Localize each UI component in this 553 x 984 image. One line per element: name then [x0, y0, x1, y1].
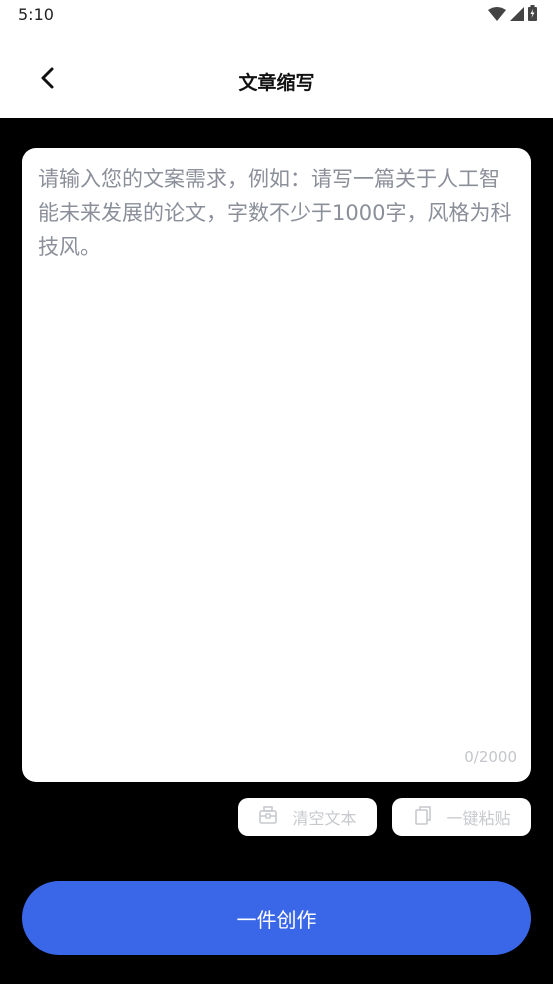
battery-icon [528, 5, 537, 25]
status-bar: 5:10 [0, 0, 553, 30]
char-count: 0/2000 [464, 748, 517, 766]
clear-icon [258, 805, 278, 829]
page-title: 文章缩写 [238, 72, 315, 94]
app-header: 5:10 文章缩写 [0, 0, 553, 118]
nav-bar: 文章缩写 [0, 50, 553, 112]
content-input[interactable] [38, 162, 515, 742]
wifi-icon [488, 6, 506, 25]
text-editor: 0/2000 [22, 148, 531, 782]
paste-label: 一键粘贴 [446, 809, 511, 828]
paste-button[interactable]: 一键粘贴 [392, 798, 531, 836]
status-icons [488, 5, 537, 25]
clear-text-label: 清空文本 [292, 809, 357, 828]
signal-icon [510, 6, 524, 25]
copy-icon [412, 805, 432, 829]
create-button[interactable]: 一件创作 [22, 881, 531, 955]
clear-text-button[interactable]: 清空文本 [238, 798, 377, 836]
status-time: 5:10 [18, 5, 54, 24]
